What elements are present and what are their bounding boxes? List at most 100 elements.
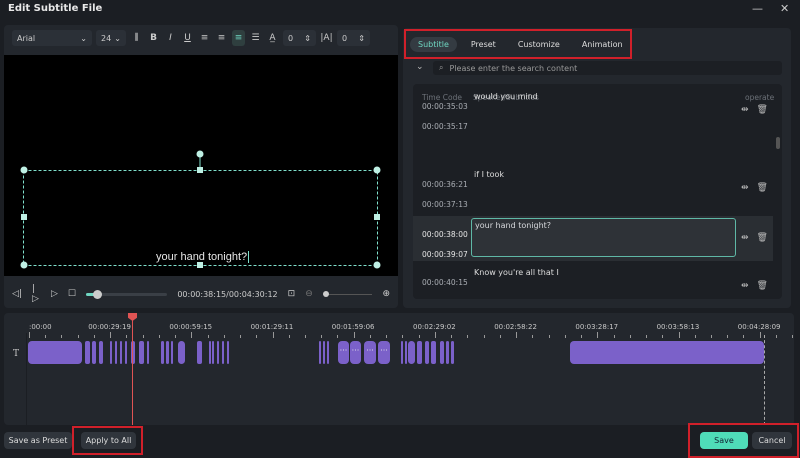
subtitle-clip[interactable] <box>28 341 82 364</box>
playback-slider[interactable] <box>85 289 168 299</box>
subtitle-clip[interactable] <box>408 341 415 364</box>
subtitle-clip[interactable] <box>405 341 407 364</box>
subtitle-clip[interactable] <box>166 341 169 364</box>
zoom-in-icon[interactable]: ⊕ <box>382 289 390 299</box>
subtitle-clip[interactable] <box>319 341 321 364</box>
subtitle-clip[interactable] <box>125 341 127 364</box>
split-icon[interactable]: ⇹ <box>741 281 749 291</box>
subtitle-clip[interactable] <box>161 341 164 364</box>
tab-customize[interactable]: Customize <box>510 37 568 52</box>
zoom-slider[interactable] <box>322 290 373 297</box>
subtitle-row[interactable]: 00:00:40:15 00:00:42:13 Know you're all … <box>413 264 773 299</box>
subtitle-row[interactable]: 00:00:38:00 00:00:39:07 your hand tonigh… <box>413 216 773 261</box>
subtitle-clip[interactable] <box>209 341 211 364</box>
underline-icon[interactable]: U <box>181 30 194 46</box>
subtitle-clip[interactable]: ··· <box>378 341 390 364</box>
subtitle-row[interactable]: 00:00:36:21 00:00:37:13 if I took ⇹ 🗑 <box>413 166 773 211</box>
subtitle-clip[interactable] <box>92 341 96 364</box>
subtitle-clip[interactable] <box>217 341 219 364</box>
ruler-tick <box>516 332 518 338</box>
subtitle-clip[interactable] <box>110 341 112 364</box>
subtitle-clip[interactable] <box>171 341 173 364</box>
next-frame-icon[interactable]: |▷ <box>32 284 41 304</box>
align-center-icon[interactable]: ≡ <box>232 30 245 46</box>
zoom-handle[interactable] <box>322 290 329 297</box>
subtitle-preview-text: your hand tonight? <box>156 251 250 263</box>
align-left-icon[interactable]: ≡ <box>198 30 211 46</box>
tab-animation[interactable]: Animation <box>574 37 631 52</box>
subtitle-clip[interactable] <box>120 341 122 364</box>
char-spacing-stepper[interactable]: 0 ⇕ <box>337 30 370 46</box>
close-icon[interactable]: ✕ <box>780 2 789 15</box>
cancel-button[interactable]: Cancel <box>752 432 792 449</box>
split-icon[interactable]: ⇹ <box>741 233 749 243</box>
playhead[interactable] <box>132 313 133 425</box>
subtitle-clip[interactable] <box>446 341 449 364</box>
subtitle-clip[interactable] <box>139 341 144 364</box>
save-button[interactable]: Save <box>700 432 748 449</box>
subtitle-clip[interactable] <box>417 341 422 364</box>
subtitle-clip[interactable] <box>323 341 325 364</box>
subtitle-clip[interactable] <box>327 341 329 364</box>
subtitle-clip[interactable] <box>570 341 764 364</box>
apply-to-all-button[interactable]: Apply to All <box>81 432 136 449</box>
subtitle-row[interactable]: 00:00:35:03 00:00:35:17 would you mind ⇹… <box>413 88 773 136</box>
subtitle-clip[interactable] <box>197 341 202 364</box>
collapse-chevron-icon[interactable]: ⌄ <box>416 62 424 72</box>
subtitle-clip[interactable] <box>222 341 224 364</box>
save-as-preset-button[interactable]: Save as Preset <box>4 432 72 449</box>
scrollbar[interactable] <box>776 137 780 149</box>
font-size-select[interactable]: 24 ⌄ <box>96 30 126 46</box>
subtitle-clip[interactable] <box>451 341 454 364</box>
text-baseline-icon[interactable]: A̲ <box>266 30 279 46</box>
playback-handle[interactable] <box>93 289 103 299</box>
subtitle-clip[interactable]: ··· <box>364 341 376 364</box>
subtitle-clip[interactable]: ··· <box>350 341 361 364</box>
spacing-stepper[interactable]: 0 ⇕ <box>283 30 316 46</box>
minimize-icon[interactable]: — <box>752 2 763 15</box>
subtitle-clip[interactable] <box>147 341 149 364</box>
subtitle-text-input[interactable]: your hand tonight? <box>471 218 736 257</box>
subtitle-text[interactable]: if I took <box>474 170 504 179</box>
tab-preset[interactable]: Preset <box>463 37 504 52</box>
subtitle-clip[interactable] <box>401 341 403 364</box>
justify-icon[interactable]: ☰ <box>249 30 262 46</box>
trash-icon[interactable]: 🗑 <box>757 281 768 291</box>
subtitle-clip[interactable] <box>99 341 103 364</box>
bold-icon[interactable]: B <box>147 30 160 46</box>
subtitle-clip[interactable] <box>85 341 90 364</box>
subtitle-clip[interactable] <box>425 341 429 364</box>
fit-icon[interactable]: ⊡ <box>288 289 296 299</box>
subtitle-clip[interactable] <box>212 341 214 364</box>
prev-frame-icon[interactable]: ◁| <box>12 289 22 299</box>
ruler-tick <box>386 335 388 338</box>
playhead-handle[interactable] <box>128 313 137 321</box>
trash-icon[interactable]: 🗑 <box>757 233 768 243</box>
subtitle-clip[interactable] <box>115 341 117 364</box>
stop-icon[interactable]: ☐ <box>68 289 76 299</box>
font-select[interactable]: Arial ⌄ <box>12 30 92 46</box>
subtitle-text[interactable]: Know you're all that I <box>474 268 559 277</box>
play-icon[interactable]: ▷ <box>51 289 58 299</box>
trash-icon[interactable]: 🗑 <box>757 183 768 193</box>
tab-subtitle[interactable]: Subtitle <box>410 36 457 52</box>
line-spacing-icon[interactable]: ⫼ <box>130 30 143 46</box>
align-right-icon[interactable]: ≡ <box>215 30 228 46</box>
split-icon[interactable]: ⇹ <box>741 105 749 115</box>
split-icon[interactable]: ⇹ <box>741 183 749 193</box>
italic-icon[interactable]: I <box>164 30 177 46</box>
search-input[interactable]: ⌕ Please enter the search content <box>433 61 782 75</box>
zoom-out-icon[interactable]: ⊖ <box>305 289 313 299</box>
video-preview[interactable]: your hand tonight? <box>4 55 398 276</box>
subtitle-clip[interactable] <box>178 341 185 364</box>
subtitle-clip[interactable] <box>431 341 436 364</box>
trash-icon[interactable]: 🗑 <box>757 105 768 115</box>
subtitle-bounding-box[interactable] <box>4 55 398 276</box>
subtitle-clip[interactable] <box>440 341 444 364</box>
ruler-tick <box>694 335 696 338</box>
subtitle-clip[interactable]: ··· <box>338 341 349 364</box>
subtitle-clip[interactable] <box>227 341 229 364</box>
chevron-down-icon: ⌄ <box>80 33 87 43</box>
subtitle-text[interactable]: would you mind <box>474 92 538 101</box>
char-spacing-icon[interactable]: |A| <box>320 30 333 46</box>
